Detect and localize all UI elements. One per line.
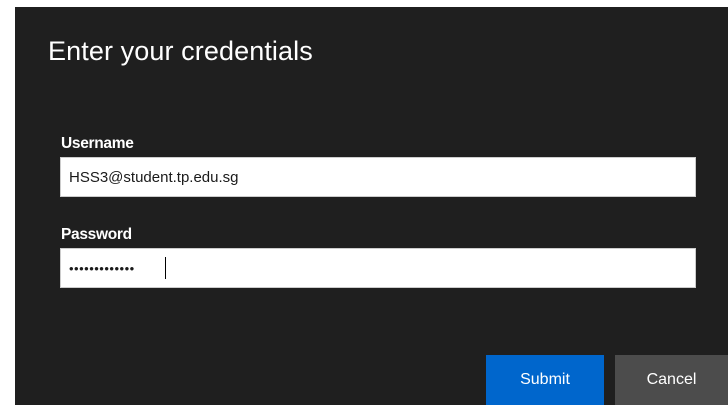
username-label: Username [61,135,134,152]
username-input[interactable] [60,157,696,197]
dialog-title: Enter your credentials [48,36,313,66]
password-label: Password [61,226,132,243]
credentials-dialog: Enter your credentials Username Password… [15,7,728,405]
cancel-button[interactable]: Cancel [615,355,728,405]
submit-button[interactable]: Submit [486,355,604,405]
password-input[interactable] [60,248,696,288]
text-cursor [165,257,166,279]
